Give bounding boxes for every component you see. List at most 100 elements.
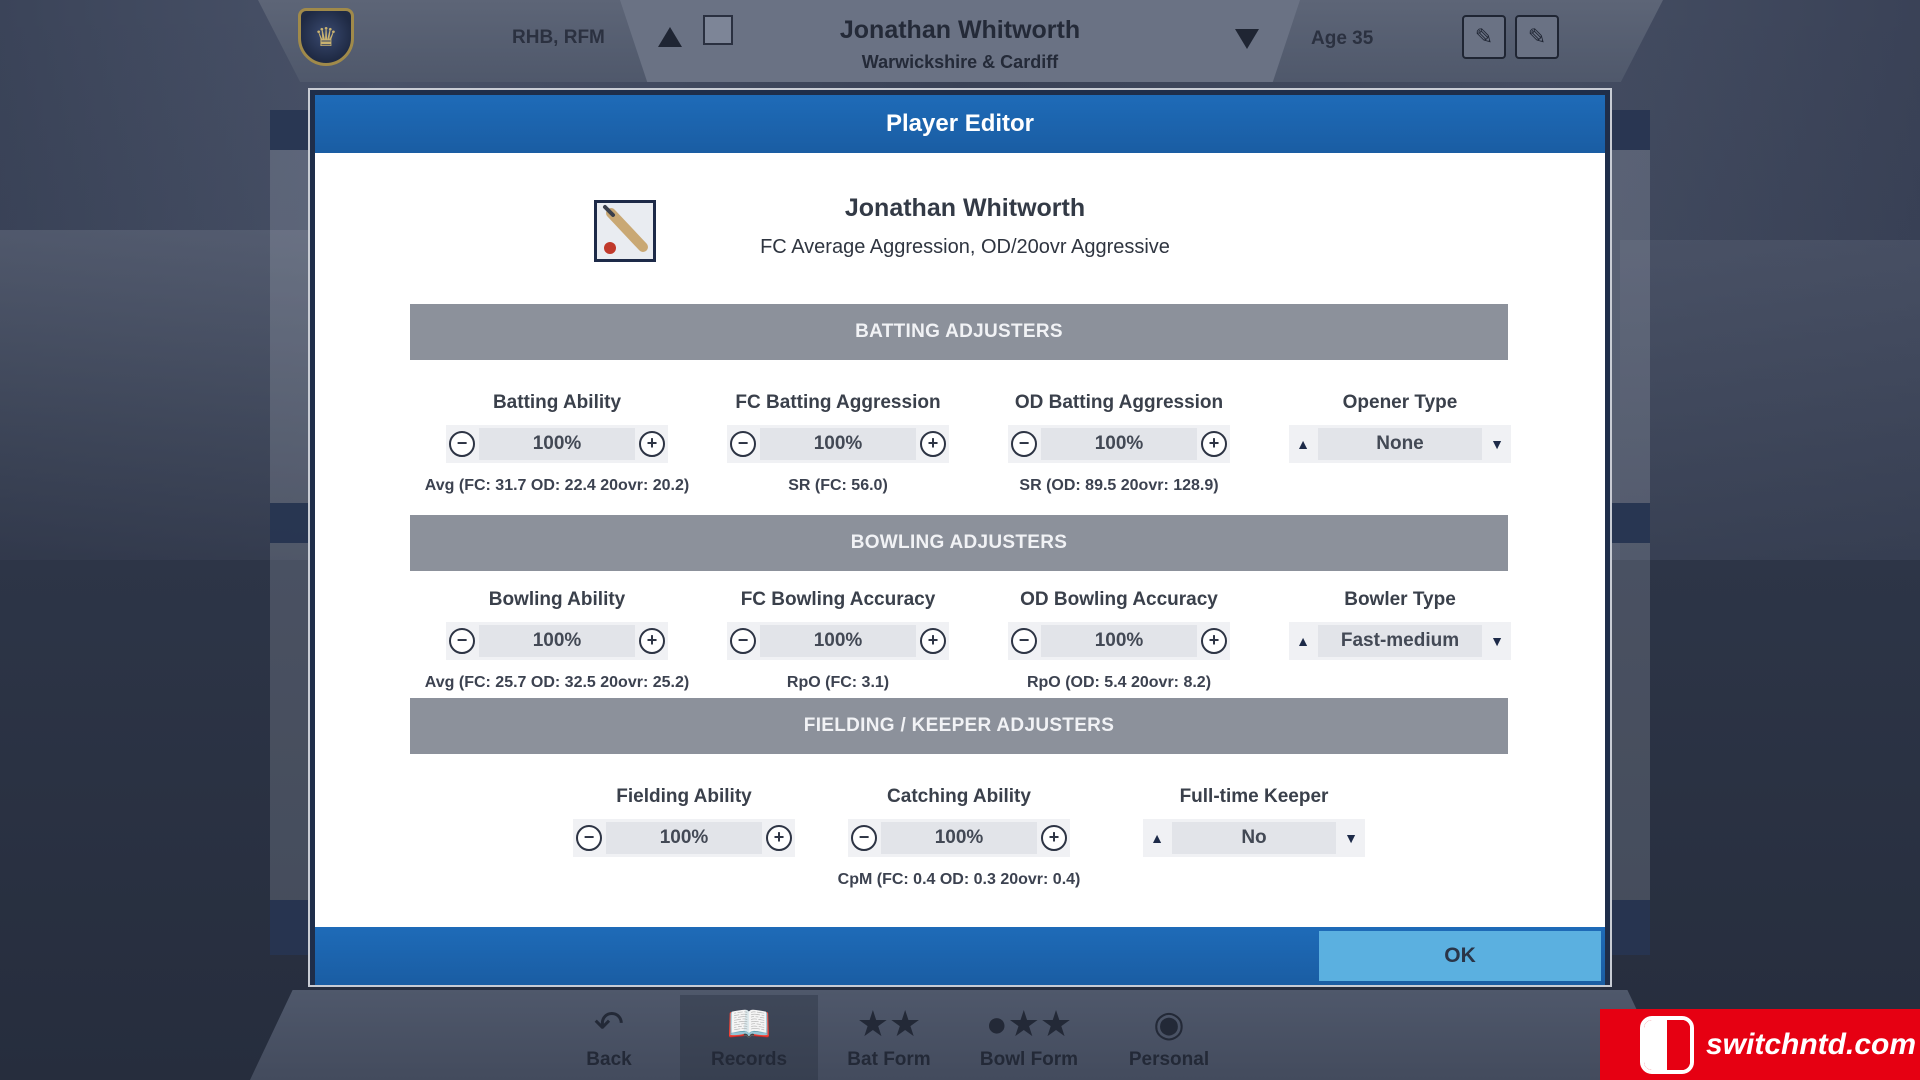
background-list-footer-right xyxy=(1610,900,1650,955)
nav-back-label: Back xyxy=(586,1049,632,1070)
bowling-ability-adjuster: Bowling Ability − 100% + Avg (FC: 25.7 O… xyxy=(417,586,697,692)
background-stand-right xyxy=(1620,240,1920,560)
player-editor-dialog: Player Editor Jonathan Whitworth FC Aver… xyxy=(310,90,1610,985)
percentage-stepper: − 100% + xyxy=(727,425,949,463)
plus-circle-icon[interactable]: + xyxy=(639,431,665,457)
edit-pencil-button-2[interactable]: ✎ xyxy=(1515,15,1559,59)
adjuster-stat: RpO (FC: 3.1) xyxy=(786,674,890,691)
previous-player-arrow-icon[interactable] xyxy=(658,27,682,47)
stepper-value: 100% xyxy=(479,428,635,460)
fielding-ability-adjuster: Fielding Ability − 100% + xyxy=(544,783,824,857)
adjuster-label: Fielding Ability xyxy=(616,786,752,807)
plus-circle-icon[interactable]: + xyxy=(1201,628,1227,654)
dialog-body: Jonathan Whitworth FC Average Aggression… xyxy=(315,153,1605,927)
player-aggression-description: FC Average Aggression, OD/20ovr Aggressi… xyxy=(760,236,1170,258)
minus-circle-icon[interactable]: − xyxy=(449,628,475,654)
adjuster-stat: Avg (FC: 25.7 OD: 32.5 20ovr: 25.2) xyxy=(424,674,690,691)
opener-type-selector: Opener Type ▲ None ▼ xyxy=(1260,389,1540,463)
minus-circle-icon[interactable]: − xyxy=(576,825,602,851)
plus-circle-icon[interactable]: + xyxy=(920,628,946,654)
fc-batting-aggression-adjuster: FC Batting Aggression − 100% + SR (FC: 5… xyxy=(698,389,978,495)
minus-circle-icon[interactable]: − xyxy=(1011,431,1037,457)
edit-pencil-button-1[interactable]: ✎ xyxy=(1462,15,1506,59)
nav-personal-label: Personal xyxy=(1128,1049,1210,1070)
background-list-footer-left xyxy=(270,900,310,955)
plus-circle-icon[interactable]: + xyxy=(1041,825,1067,851)
adjuster-label: Bowling Ability xyxy=(488,589,626,610)
triangle-down-icon[interactable]: ▼ xyxy=(1486,436,1508,452)
stepper-value: 100% xyxy=(760,428,916,460)
nintendo-switch-logo-icon xyxy=(1640,1015,1694,1074)
player-name: Jonathan Whitworth xyxy=(844,194,1086,222)
nav-records-label: Records xyxy=(710,1049,788,1070)
player-age-text: Age 35 xyxy=(1311,28,1374,49)
bowling-adjusters-header: BOWLING ADJUSTERS xyxy=(410,515,1508,571)
percentage-stepper: − 100% + xyxy=(446,425,668,463)
adjuster-stat: Avg (FC: 31.7 OD: 22.4 20ovr: 20.2) xyxy=(424,477,690,494)
percentage-stepper: − 100% + xyxy=(1008,425,1230,463)
adjuster-stat: RpO (OD: 5.4 20ovr: 8.2) xyxy=(1026,674,1212,691)
dialog-footer: OK xyxy=(315,927,1605,985)
percentage-stepper: − 100% + xyxy=(573,819,795,857)
personal-helmet-icon: ◉ xyxy=(1153,1003,1185,1044)
full-time-keeper-selector: Full-time Keeper ▲ No ▼ xyxy=(1114,783,1394,857)
triangle-down-icon[interactable]: ▼ xyxy=(1340,830,1362,846)
ok-button[interactable]: OK xyxy=(1319,931,1601,981)
triangle-down-icon[interactable]: ▼ xyxy=(1486,633,1508,649)
minus-circle-icon[interactable]: − xyxy=(1011,628,1037,654)
minus-circle-icon[interactable]: − xyxy=(851,825,877,851)
adjuster-label: Opener Type xyxy=(1342,392,1458,413)
nav-personal-button[interactable]: ◉ Personal xyxy=(1100,995,1238,1080)
nav-bowl-form-label: Bowl Form xyxy=(979,1049,1079,1070)
plus-circle-icon[interactable]: + xyxy=(920,431,946,457)
fielding-keeper-adjusters-header: FIELDING / KEEPER ADJUSTERS xyxy=(410,698,1508,754)
nav-back-button[interactable]: ↶ Back xyxy=(540,995,678,1080)
club-badge-icon: ♛ xyxy=(298,8,354,66)
stepper-value: 100% xyxy=(1041,625,1197,657)
adjuster-stat: CpM (FC: 0.4 OD: 0.3 20ovr: 0.4) xyxy=(837,871,1081,888)
triangle-up-icon[interactable]: ▲ xyxy=(1292,633,1314,649)
adjuster-label: Full-time Keeper xyxy=(1179,786,1329,807)
player-role-text: RHB, RFM xyxy=(512,27,605,48)
stepper-value: 100% xyxy=(881,822,1037,854)
stepper-value: 100% xyxy=(479,625,635,657)
selected-option: None xyxy=(1318,428,1482,460)
minus-circle-icon[interactable]: − xyxy=(730,431,756,457)
next-player-arrow-icon[interactable] xyxy=(1235,29,1259,49)
triangle-up-icon[interactable]: ▲ xyxy=(1146,830,1168,846)
selected-option: Fast-medium xyxy=(1318,625,1482,657)
selected-option: No xyxy=(1172,822,1336,854)
adjuster-label: FC Bowling Accuracy xyxy=(740,589,936,610)
option-cycler: ▲ No ▼ xyxy=(1143,819,1365,857)
option-cycler: ▲ Fast-medium ▼ xyxy=(1289,622,1511,660)
background-list-row-highlight-left xyxy=(270,503,310,543)
header-player-club: Warwickshire & Cardiff xyxy=(861,52,1059,72)
background-list-row-highlight-right xyxy=(1610,503,1650,543)
nav-records-button[interactable]: 📖 Records xyxy=(680,995,818,1080)
minus-circle-icon[interactable]: − xyxy=(449,431,475,457)
minus-circle-icon[interactable]: − xyxy=(730,628,756,654)
percentage-stepper: − 100% + xyxy=(848,819,1070,857)
triangle-up-icon[interactable]: ▲ xyxy=(1292,436,1314,452)
od-bowling-accuracy-adjuster: OD Bowling Accuracy − 100% + RpO (OD: 5.… xyxy=(979,586,1259,692)
adjuster-stat: SR (FC: 56.0) xyxy=(788,477,888,494)
plus-circle-icon[interactable]: + xyxy=(1201,431,1227,457)
adjuster-label: FC Batting Aggression xyxy=(735,392,941,413)
back-arrow-icon: ↶ xyxy=(593,1003,625,1044)
percentage-stepper: − 100% + xyxy=(1008,622,1230,660)
plus-circle-icon[interactable]: + xyxy=(766,825,792,851)
adjuster-label: OD Bowling Accuracy xyxy=(1020,589,1218,610)
nav-bowl-form-button[interactable]: ●★★ Bowl Form xyxy=(960,995,1098,1080)
background-list-header-right xyxy=(1610,110,1650,150)
watermark-text: switchntd.com xyxy=(1706,1027,1917,1061)
fc-bowling-accuracy-adjuster: FC Bowling Accuracy − 100% + RpO (FC: 3.… xyxy=(698,586,978,692)
adjuster-stat: SR (OD: 89.5 20ovr: 128.9) xyxy=(1019,477,1219,494)
bat-form-icon: ★★ xyxy=(856,1003,922,1044)
plus-circle-icon[interactable]: + xyxy=(639,628,665,654)
nav-bat-form-button[interactable]: ★★ Bat Form xyxy=(820,995,958,1080)
stepper-value: 100% xyxy=(760,625,916,657)
option-cycler: ▲ None ▼ xyxy=(1289,425,1511,463)
percentage-stepper: − 100% + xyxy=(727,622,949,660)
background-list-header-left xyxy=(270,110,310,150)
adjuster-label: Batting Ability xyxy=(492,392,622,413)
